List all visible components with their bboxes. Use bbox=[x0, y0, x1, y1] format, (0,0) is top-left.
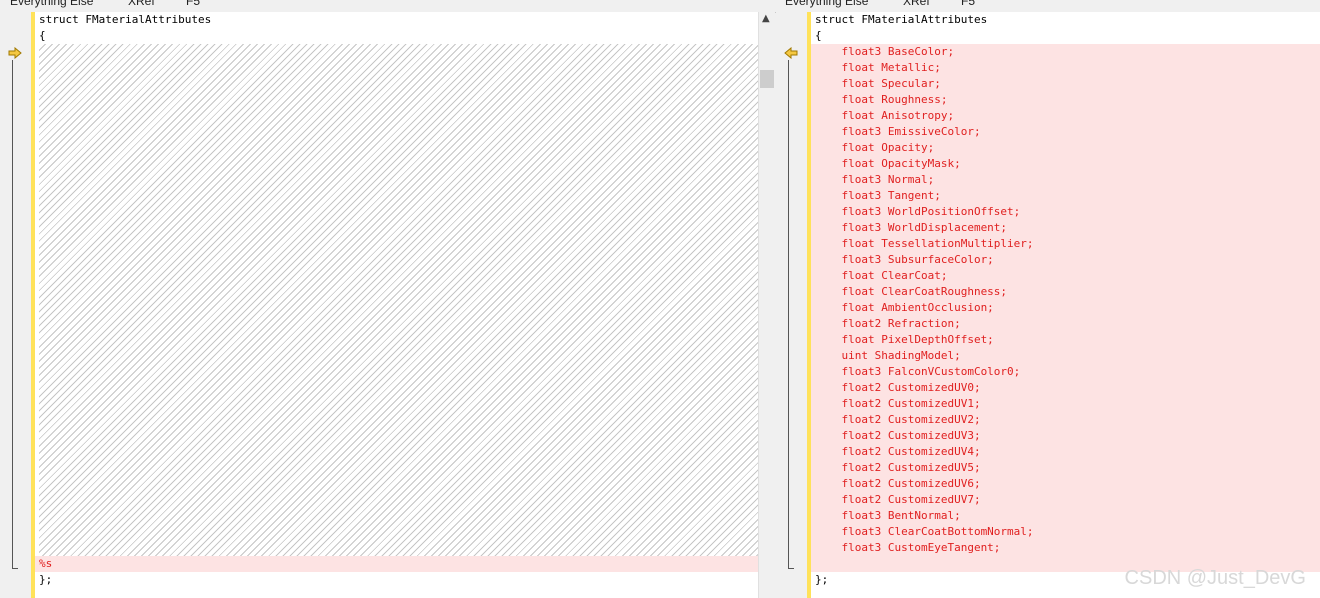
toolbar-item[interactable]: XRef bbox=[903, 0, 930, 8]
code-line-added: float ClearCoatRoughness; bbox=[815, 285, 1008, 298]
code-line-added: float2 CustomizedUV3; bbox=[815, 429, 981, 442]
code-line-added: float3 SubsurfaceColor; bbox=[815, 253, 994, 266]
code-line: { bbox=[39, 29, 46, 42]
code-line-added: float Metallic; bbox=[815, 61, 941, 74]
code-line-added: float2 CustomizedUV4; bbox=[815, 445, 981, 458]
arrow-right-icon bbox=[8, 46, 22, 60]
toolbar-item[interactable]: Everything Else bbox=[10, 0, 93, 8]
left-gutter bbox=[0, 12, 31, 598]
toolbar-item[interactable]: Everything Else bbox=[785, 0, 868, 8]
code-line-added: float Roughness; bbox=[815, 93, 948, 106]
code-line-added: float3 WorldPositionOffset; bbox=[815, 205, 1021, 218]
left-editor[interactable]: struct FMaterialAttributes { %s }; bbox=[35, 12, 758, 598]
code-line-added: float3 Normal; bbox=[815, 173, 935, 186]
code-line-added: float2 CustomizedUV7; bbox=[815, 493, 981, 506]
code-line-added: float ClearCoat; bbox=[815, 269, 948, 282]
code-line-added: float2 Refraction; bbox=[815, 317, 961, 330]
toolbar-item[interactable]: F5 bbox=[961, 0, 975, 8]
code-line-added: float2 CustomizedUV5; bbox=[815, 461, 981, 474]
code-line-added: float2 CustomizedUV6; bbox=[815, 477, 981, 490]
code-line-added: float3 FalconVCustomColor0; bbox=[815, 365, 1021, 378]
code-line-added: float3 Tangent; bbox=[815, 189, 941, 202]
left-diff-bracket bbox=[12, 60, 13, 568]
code-line-added: float AmbientOcclusion; bbox=[815, 301, 994, 314]
code-line-added: float Anisotropy; bbox=[815, 109, 955, 122]
code-line-added: float PixelDepthOffset; bbox=[815, 333, 994, 346]
right-gutter bbox=[776, 12, 807, 598]
right-diff-bracket-foot bbox=[788, 568, 794, 569]
code-line: }; bbox=[39, 573, 53, 586]
code-line: struct FMaterialAttributes bbox=[39, 13, 212, 26]
code-line-added: float2 CustomizedUV1; bbox=[815, 397, 981, 410]
code-line: { bbox=[815, 29, 822, 42]
right-diff-bracket bbox=[788, 60, 789, 568]
code-line: }; bbox=[815, 573, 829, 586]
chevron-up-icon[interactable]: ▲ bbox=[762, 13, 770, 24]
code-line: struct FMaterialAttributes bbox=[815, 13, 988, 26]
code-line-added: float TessellationMultiplier; bbox=[815, 237, 1034, 250]
watermark: CSDN @Just_DevG bbox=[1124, 567, 1306, 589]
arrow-left-icon bbox=[784, 46, 798, 60]
left-scrollbar[interactable]: ▲ bbox=[758, 12, 775, 598]
code-line-added: float2 CustomizedUV0; bbox=[815, 381, 981, 394]
code-line-added: float3 CustomEyeTangent; bbox=[815, 541, 1001, 554]
toolbar-item[interactable]: F5 bbox=[186, 0, 200, 8]
code-line-added: float2 CustomizedUV2; bbox=[815, 413, 981, 426]
code-line-added: float3 ClearCoatBottomNormal; bbox=[815, 525, 1034, 538]
left-diff-marker[interactable] bbox=[8, 44, 22, 60]
code-line-added: float3 EmissiveColor; bbox=[815, 125, 981, 138]
left-diff-bracket-foot bbox=[12, 568, 18, 569]
code-line-added: float3 BaseColor; bbox=[815, 45, 955, 58]
toolbar-item[interactable]: XRef bbox=[128, 0, 155, 8]
missing-lines-hatch bbox=[39, 44, 758, 556]
scroll-thumb[interactable] bbox=[760, 70, 774, 88]
right-editor[interactable]: struct FMaterialAttributes { float3 Base… bbox=[811, 12, 1320, 598]
code-line-removed: %s bbox=[39, 557, 53, 570]
code-line-added: float Opacity; bbox=[815, 141, 935, 154]
code-line-added: float Specular; bbox=[815, 77, 941, 90]
code-line-added: float3 WorldDisplacement; bbox=[815, 221, 1008, 234]
right-diff-marker[interactable] bbox=[784, 44, 798, 60]
code-line-added: float3 BentNormal; bbox=[815, 509, 961, 522]
diff-line-highlight bbox=[35, 556, 758, 572]
code-line-added: float OpacityMask; bbox=[815, 157, 961, 170]
code-line-added: uint ShadingModel; bbox=[815, 349, 961, 362]
